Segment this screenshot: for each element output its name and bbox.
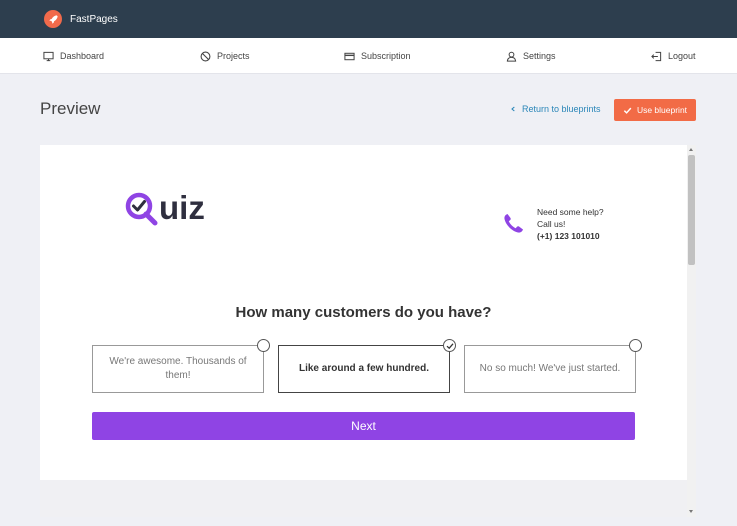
- preview-frame[interactable]: uiz Need some help? Call us! (+1) 123 10…: [40, 145, 696, 517]
- brand-logo[interactable]: [44, 10, 62, 28]
- nav-projects[interactable]: Projects: [200, 38, 250, 74]
- nav-dashboard[interactable]: Dashboard: [43, 38, 104, 74]
- next-button[interactable]: Next: [92, 412, 635, 440]
- top-bar: FastPages: [0, 0, 737, 38]
- radio-unchecked-icon[interactable]: [257, 339, 270, 352]
- scroll-thumb[interactable]: [688, 155, 695, 265]
- nav-settings-label: Settings: [523, 51, 556, 61]
- return-to-blueprints-link[interactable]: Return to blueprints: [511, 104, 601, 114]
- help-line-2: Call us!: [537, 219, 566, 229]
- return-link-label: Return to blueprints: [522, 104, 601, 114]
- credit-card-icon: [344, 52, 355, 60]
- help-phone[interactable]: (+1) 123 101010: [537, 230, 604, 242]
- answer-option-label: Like around a few hundred.: [298, 363, 429, 374]
- page-title: Preview: [40, 99, 101, 118]
- quiz-question: How many customers do you have?: [235, 304, 492, 321]
- brand-name: FastPages: [70, 13, 118, 25]
- radio-checked-icon[interactable]: [443, 339, 456, 352]
- check-icon: [623, 107, 632, 114]
- scroll-up-arrow-icon[interactable]: [689, 148, 693, 151]
- use-blueprint-label: Use blueprint: [636, 105, 688, 115]
- nav-subscription[interactable]: Subscription: [344, 38, 411, 74]
- main-nav: Dashboard Projects Subscription Settings…: [0, 38, 737, 74]
- nav-logout-label: Logout: [668, 51, 696, 61]
- quiz-logo: uiz: [124, 189, 206, 227]
- monitor-icon: [43, 51, 54, 61]
- quiz-logo-text: uiz: [159, 189, 205, 226]
- nav-settings[interactable]: Settings: [506, 38, 556, 74]
- scroll-down-arrow-icon[interactable]: [689, 510, 693, 513]
- phone-icon: [504, 214, 523, 233]
- answer-option-2[interactable]: Like around a few hundred.: [278, 339, 456, 393]
- answer-option-label: We're awesome. Thousands of them!: [109, 356, 247, 381]
- radio-unchecked-icon[interactable]: [629, 339, 642, 352]
- chevron-left-icon: [511, 106, 515, 112]
- nav-logout[interactable]: Logout: [651, 38, 696, 74]
- nav-dashboard-label: Dashboard: [60, 51, 105, 61]
- check-icon: [446, 342, 453, 349]
- ban-icon: [200, 51, 211, 61]
- help-text: Need some help? Call us! (+1) 123 101010: [537, 206, 604, 242]
- help-line-1: Need some help?: [537, 207, 604, 217]
- use-blueprint-button[interactable]: Use blueprint: [614, 99, 696, 121]
- preview-scrollbar[interactable]: [687, 145, 696, 517]
- nav-projects-label: Projects: [217, 51, 250, 61]
- magnifier-check-icon: [125, 192, 158, 226]
- logout-icon: [651, 51, 662, 61]
- answer-option-3[interactable]: No so much! We've just started.: [464, 339, 642, 393]
- user-icon: [506, 51, 517, 62]
- quiz-page: uiz Need some help? Call us! (+1) 123 10…: [40, 145, 687, 480]
- answer-option-label: No so much! We've just started.: [479, 363, 621, 374]
- help-box: Need some help? Call us! (+1) 123 101010: [501, 206, 604, 242]
- answer-option-1[interactable]: We're awesome. Thousands of them!: [92, 339, 270, 393]
- rocket-icon: [48, 14, 58, 24]
- nav-subscription-label: Subscription: [361, 51, 411, 61]
